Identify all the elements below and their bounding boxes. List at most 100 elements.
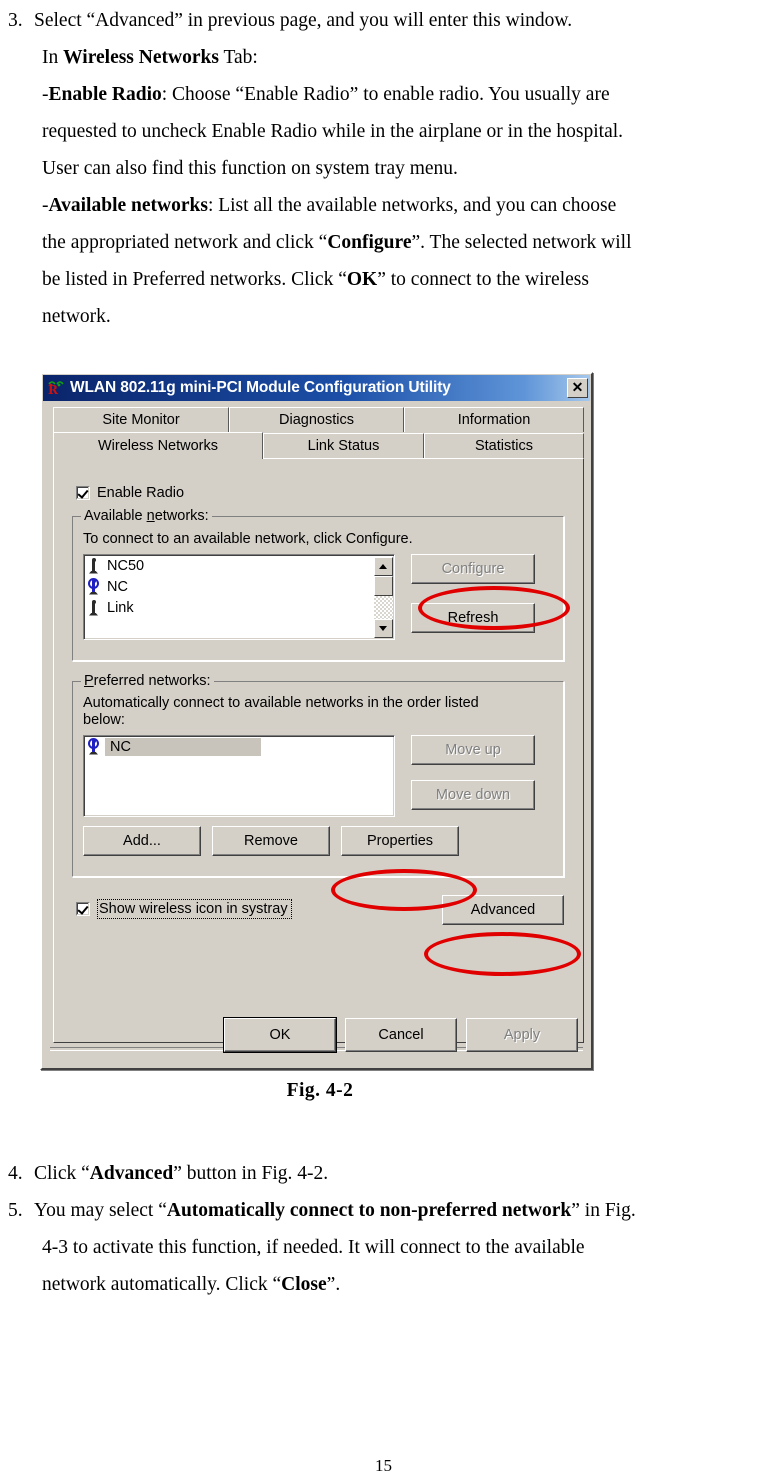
advanced-button[interactable]: Advanced: [442, 895, 564, 925]
step-4-line-1-c: ” button in Fig. 4-2.: [173, 1163, 329, 1184]
enable-radio-check-icon: [76, 486, 90, 500]
preferred-networks-description: Automatically connect to available netwo…: [83, 695, 533, 729]
step-5-line-3: network automatically. Click “Close”.: [0, 1266, 767, 1303]
scroll-down-icon[interactable]: [373, 618, 393, 638]
tab-link-status[interactable]: Link Status: [263, 433, 424, 458]
show-systray-check-icon: [76, 902, 90, 916]
step-5-line-3-a: network automatically. Click “: [42, 1274, 282, 1295]
step-5-line-1-c: ” in Fig.: [571, 1200, 636, 1221]
scrollbar-track[interactable]: [373, 575, 393, 619]
available-networks-listbox[interactable]: NC50 NC Link: [83, 554, 395, 640]
network-name: NC: [105, 737, 261, 756]
move-up-button[interactable]: Move up: [411, 735, 535, 765]
step-5-line-3-c: ”.: [326, 1274, 341, 1295]
move-down-button[interactable]: Move down: [411, 780, 535, 810]
step-3-line-8-a: be listed in Preferred networks. Click “: [42, 269, 347, 290]
ok-bold: OK: [346, 269, 378, 290]
preferred-desc-line-1: Automatically connect to available netwo…: [83, 695, 479, 711]
tab-information[interactable]: Information: [404, 407, 584, 432]
tab-link-status-label: Link Status: [307, 438, 380, 454]
apply-button[interactable]: Apply: [466, 1018, 578, 1052]
enable-radio-checkbox[interactable]: Enable Radio: [76, 485, 184, 501]
available-networks-legend: Available networks:: [81, 508, 212, 524]
list-item[interactable]: NC50: [84, 555, 394, 576]
step-3-paragraph: 3. Select “Advanced” in previous page, a…: [0, 2, 767, 39]
refresh-button-label: Refresh: [447, 610, 499, 626]
tab-statistics[interactable]: Statistics: [424, 433, 584, 458]
remove-button-label: Remove: [244, 833, 298, 849]
step-3-line-6-c: : List all the available networks, and y…: [207, 195, 617, 216]
tab-wireless-networks-label: Wireless Networks: [97, 438, 219, 454]
tab-site-monitor[interactable]: Site Monitor: [53, 407, 229, 432]
wireless-tower-active-icon: [88, 577, 99, 595]
apply-button-label: Apply: [503, 1027, 541, 1043]
tab-diagnostics-label: Diagnostics: [279, 412, 354, 428]
advanced-button-label: Advanced: [470, 902, 536, 918]
step-3-line-2: In Wireless Networks Tab:: [0, 39, 767, 76]
wireless-tower-icon: [88, 599, 99, 616]
tab-row-lower: Wireless Networks Link Status Statistics: [53, 432, 584, 459]
list-item[interactable]: NC: [84, 576, 394, 597]
dialog-titlebar: R WLAN 802.11g mini-PCI Module Configura…: [43, 375, 590, 401]
cancel-button[interactable]: Cancel: [345, 1018, 457, 1052]
tab-statistics-label: Statistics: [474, 438, 533, 454]
configure-button-label: Configure: [441, 561, 505, 577]
ok-button[interactable]: OK: [223, 1017, 337, 1053]
available-networks-bold: Available networks: [48, 195, 208, 216]
show-systray-checkbox[interactable]: Show wireless icon in systray: [76, 899, 292, 919]
tab-information-label: Information: [457, 412, 531, 428]
scrollbar-thumb[interactable]: [373, 575, 393, 596]
enable-radio-bold: Enable Radio: [48, 84, 162, 105]
step-5-line-1-a: You may select “: [34, 1200, 167, 1221]
wlan-configuration-utility-dialog: R WLAN 802.11g mini-PCI Module Configura…: [40, 372, 593, 1070]
properties-button[interactable]: Properties: [341, 826, 459, 856]
step-3-number: 3.: [8, 10, 23, 31]
step-4-line-1-a: Click “: [34, 1163, 90, 1184]
preferred-networks-legend: Preferred networks:: [81, 673, 214, 689]
step-3-line-7-c: ”. The selected network will: [411, 232, 632, 253]
tab-wireless-networks[interactable]: Wireless Networks: [53, 432, 263, 459]
list-item[interactable]: Link: [84, 597, 394, 618]
step-3-line-9: network.: [42, 306, 111, 327]
step-4-number: 4.: [8, 1163, 23, 1184]
page-number: 15: [375, 1456, 392, 1475]
list-item[interactable]: NC: [84, 736, 394, 757]
preferred-desc-line-2: below:: [83, 712, 125, 728]
refresh-button[interactable]: Refresh: [411, 603, 535, 633]
add-button[interactable]: Add...: [83, 826, 201, 856]
step-3-line-3-c: : Choose “Enable Radio” to enable radio.…: [161, 84, 610, 105]
scroll-up-icon[interactable]: [373, 556, 393, 576]
close-icon[interactable]: ✕: [567, 378, 588, 398]
step-3-line-7: the appropriated network and click “Conf…: [0, 224, 767, 261]
network-name: Link: [107, 599, 134, 616]
tab-control: Site Monitor Diagnostics Information Wir…: [53, 407, 584, 1043]
available-networks-description: To connect to an available network, clic…: [83, 531, 413, 547]
wireless-tower-icon: [88, 557, 99, 574]
move-down-button-label: Move down: [435, 787, 511, 803]
step-3-line-2-c: Tab:: [218, 47, 258, 68]
preferred-networks-listbox[interactable]: NC: [83, 735, 395, 817]
wireless-networks-bold: Wireless Networks: [63, 47, 219, 68]
step-3-line-1: Select “Advanced” in previous page, and …: [34, 10, 573, 31]
remove-button[interactable]: Remove: [212, 826, 330, 856]
dialog-title: WLAN 802.11g mini-PCI Module Configurati…: [70, 379, 451, 396]
tab-diagnostics[interactable]: Diagnostics: [229, 407, 404, 432]
show-systray-label: Show wireless icon in systray: [97, 899, 292, 919]
step-3-line-7-a: the appropriated network and click “: [42, 232, 328, 253]
step-3-line-6: -Available networks: List all the availa…: [0, 187, 767, 224]
wlan-logo-icon: R: [46, 379, 65, 398]
enable-radio-label: Enable Radio: [97, 485, 185, 501]
auto-connect-bold: Automatically connect to non-preferred n…: [166, 1200, 572, 1221]
close-bold: Close: [281, 1274, 327, 1295]
network-name: NC50: [107, 557, 145, 574]
configure-button[interactable]: Configure: [411, 554, 535, 584]
tab-site-monitor-label: Site Monitor: [102, 412, 180, 428]
step-3-line-8: be listed in Preferred networks. Click “…: [0, 261, 767, 298]
step-5-line-2: 4-3 to activate this function, if needed…: [42, 1237, 585, 1258]
document-body-lower: 4. Click “Advanced” button in Fig. 4-2. …: [0, 1155, 767, 1303]
document-body: 3. Select “Advanced” in previous page, a…: [0, 2, 767, 335]
available-networks-scrollbar[interactable]: [373, 556, 393, 638]
network-name: NC: [107, 578, 128, 595]
step-3-line-2-a: In: [42, 47, 64, 68]
cancel-button-label: Cancel: [378, 1027, 424, 1043]
